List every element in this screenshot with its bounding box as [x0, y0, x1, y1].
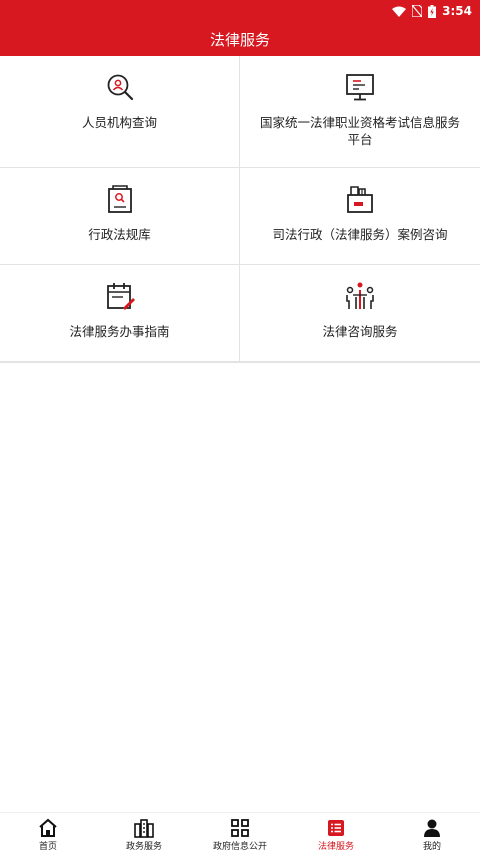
tab-legal-services[interactable]: 法律服务: [288, 813, 384, 853]
status-bar: 3:54: [0, 0, 480, 22]
tab-government-services[interactable]: 政务服务: [96, 813, 192, 853]
document-search-icon: [107, 185, 132, 213]
page-title: 法律服务: [209, 30, 270, 49]
tab-home[interactable]: 首页: [0, 813, 96, 853]
bottom-tab-bar: 首页 政务服务 政府信息公开 法律服务 我的: [0, 812, 480, 853]
tab-label: 政务服务: [125, 841, 162, 852]
service-item-label: 法律咨询服务: [322, 324, 398, 339]
service-item-label: 人员机构查询: [81, 115, 157, 130]
wifi-icon: [392, 6, 407, 17]
battery-charging-icon: [428, 4, 437, 18]
service-item-label: 行政法规库: [88, 227, 151, 242]
app-bar: 法律服务: [0, 22, 480, 56]
list-icon: [328, 819, 344, 836]
tab-label: 法律服务: [317, 841, 354, 852]
calendar-pen-icon: [106, 283, 135, 310]
service-item-label: 法律服务办事指南: [69, 324, 170, 339]
service-item-legal-consult[interactable]: 法律咨询服务: [240, 265, 480, 362]
service-item-label: 国家统一法律职业资格考试信息服务平台: [259, 115, 460, 147]
tab-label: 政府信息公开: [212, 841, 267, 852]
grid-icon: [231, 818, 249, 837]
service-grid: 人员机构查询 国家统一法律职业资格考试信息服务平台 行政法规库 司法行政（法律服…: [0, 56, 480, 363]
people-consult-icon: [346, 282, 374, 309]
person-search-icon: [107, 74, 133, 101]
monitor-icon: [346, 74, 374, 101]
tab-label: 首页: [38, 841, 57, 852]
folder-case-icon: [347, 186, 373, 213]
service-item-regulation-library[interactable]: 行政法规库: [0, 168, 240, 265]
service-item-service-guide[interactable]: 法律服务办事指南: [0, 265, 240, 362]
service-item-exam-platform[interactable]: 国家统一法律职业资格考试信息服务平台: [240, 56, 480, 168]
home-icon: [39, 818, 57, 837]
tab-government-info[interactable]: 政府信息公开: [192, 813, 288, 853]
no-sim-icon: [412, 5, 423, 17]
user-icon: [424, 819, 440, 837]
clock-time: 3:54: [442, 4, 472, 18]
service-item-personnel-search[interactable]: 人员机构查询: [0, 56, 240, 168]
building-icon: [134, 818, 154, 838]
service-item-case-consult[interactable]: 司法行政（法律服务）案例咨询: [240, 168, 480, 265]
tab-label: 我的: [422, 841, 441, 852]
tab-mine[interactable]: 我的: [384, 813, 480, 853]
service-item-label: 司法行政（法律服务）案例咨询: [272, 227, 448, 242]
